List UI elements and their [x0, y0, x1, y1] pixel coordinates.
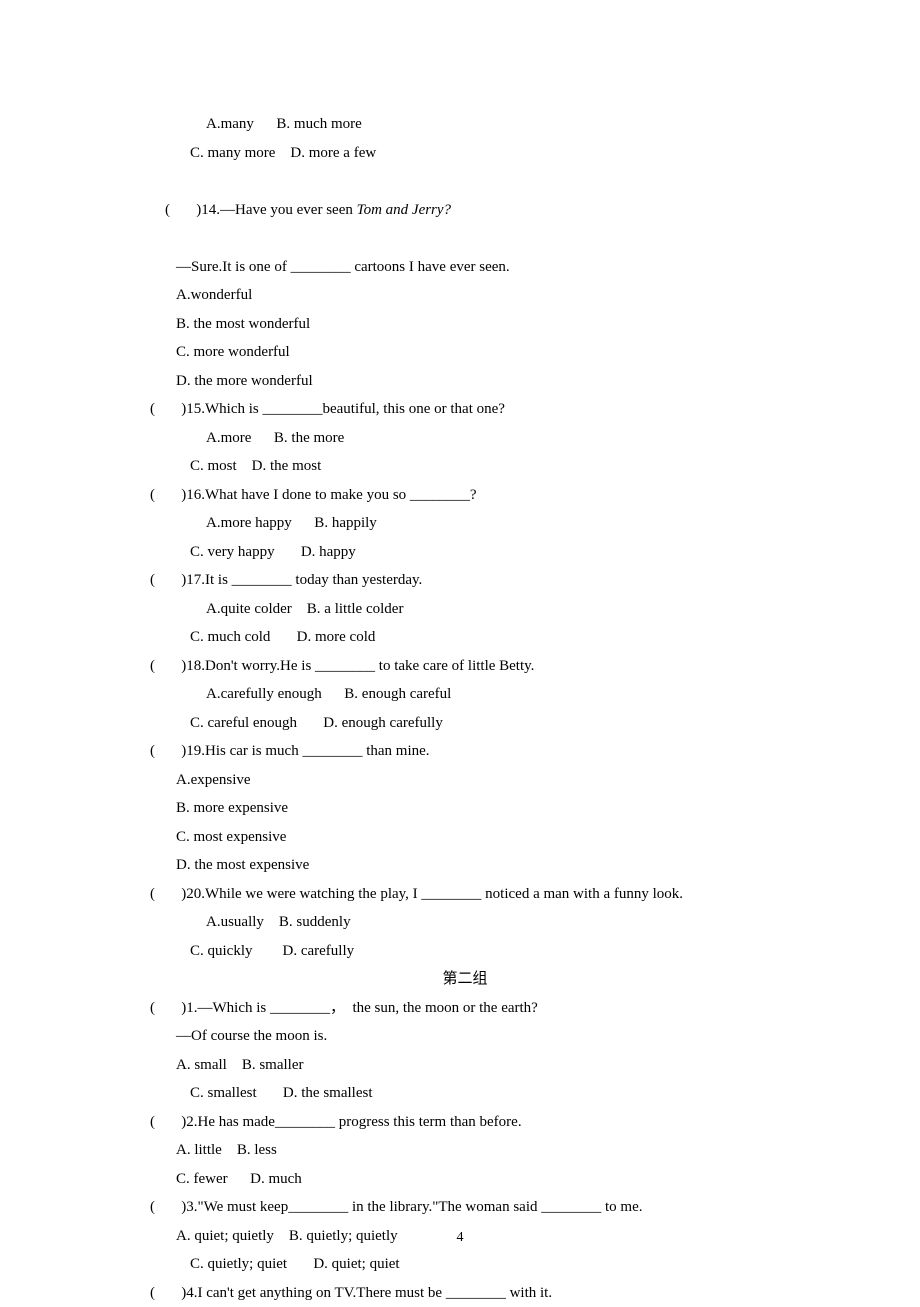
- q18-option-c: C. careful enough D. enough carefully: [150, 709, 780, 738]
- q20-option-a: A.usually B. suddenly: [150, 908, 780, 937]
- g2q3-option-c: C. quietly; quiet D. quiet; quiet: [150, 1250, 780, 1279]
- q14-option-a: A.wonderful: [150, 281, 780, 310]
- g2q1-line2: —Of course the moon is.: [150, 1022, 780, 1051]
- g2q4-stem: ( )4.I can't get anything on TV.There mu…: [150, 1279, 780, 1307]
- g2q1-stem: ( )1.—Which is ________， the sun, the mo…: [150, 994, 780, 1023]
- g2q1-option-c: C. smallest D. the smallest: [150, 1079, 780, 1108]
- q19-option-d: D. the most expensive: [150, 851, 780, 880]
- q17-option-a: A.quite colder B. a little colder: [150, 595, 780, 624]
- section-2-header: 第二组: [150, 965, 780, 994]
- g2q1-option-a: A. small B. smaller: [150, 1051, 780, 1080]
- q18-stem: ( )18.Don't worry.He is ________ to take…: [150, 652, 780, 681]
- g2q3-stem: ( )3."We must keep________ in the librar…: [150, 1193, 780, 1222]
- page-number: 4: [0, 1225, 920, 1252]
- q13-option-a: A.many B. much more: [150, 110, 780, 139]
- q19-option-b: B. more expensive: [150, 794, 780, 823]
- q16-stem: ( )16.What have I done to make you so __…: [150, 481, 780, 510]
- q16-option-a: A.more happy B. happily: [150, 509, 780, 538]
- q18-option-a: A.carefully enough B. enough careful: [150, 680, 780, 709]
- q14-line2: —Sure.It is one of ________ cartoons I h…: [150, 253, 780, 282]
- q15-stem: ( )15.Which is ________beautiful, this o…: [150, 395, 780, 424]
- g2q2-option-c: C. fewer D. much: [150, 1165, 780, 1194]
- q19-option-a: A.expensive: [150, 766, 780, 795]
- q19-option-c: C. most expensive: [150, 823, 780, 852]
- g2q2-option-a: A. little B. less: [150, 1136, 780, 1165]
- q20-option-c: C. quickly D. carefully: [150, 937, 780, 966]
- q14-option-b: B. the most wonderful: [150, 310, 780, 339]
- q16-option-c: C. very happy D. happy: [150, 538, 780, 567]
- q15-option-c: C. most D. the most: [150, 452, 780, 481]
- q15-option-a: A.more B. the more: [150, 424, 780, 453]
- q14-stem-italic: Tom and Jerry?: [357, 202, 451, 218]
- q17-stem: ( )17.It is ________ today than yesterda…: [150, 566, 780, 595]
- q14-stem: ( )14.—Have you ever seen Tom and Jerry?: [150, 167, 780, 253]
- q14-stem-text: ( )14.—Have you ever seen: [165, 202, 357, 218]
- q20-stem: ( )20.While we were watching the play, I…: [150, 880, 780, 909]
- q13-option-c: C. many more D. more a few: [150, 139, 780, 168]
- g2q2-stem: ( )2.He has made________ progress this t…: [150, 1108, 780, 1137]
- q17-option-c: C. much cold D. more cold: [150, 623, 780, 652]
- q19-stem: ( )19.His car is much ________ than mine…: [150, 737, 780, 766]
- q14-option-d: D. the more wonderful: [150, 367, 780, 396]
- q14-option-c: C. more wonderful: [150, 338, 780, 367]
